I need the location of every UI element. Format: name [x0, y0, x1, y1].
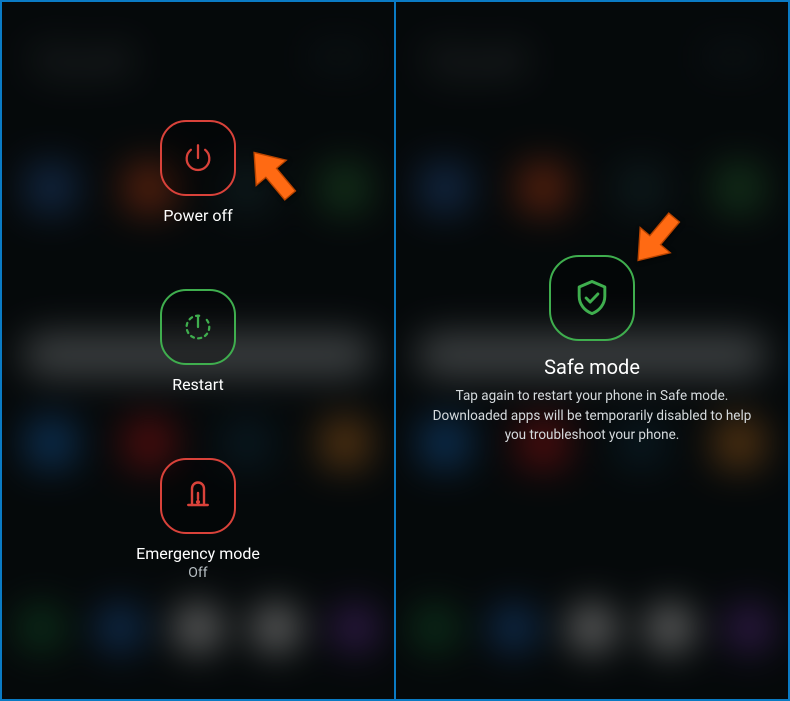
shield-icon — [570, 276, 614, 320]
power-menu-overlay: Power off Restart — [2, 2, 394, 699]
safe-mode-icon-container — [549, 255, 635, 341]
safe-mode-title: Safe mode — [544, 355, 640, 379]
restart-label: Restart — [172, 375, 224, 394]
emergency-label: Emergency mode — [136, 544, 260, 563]
restart-icon-container — [160, 289, 236, 365]
emergency-status: Off — [188, 565, 207, 581]
safe-mode-screenshot: 15:41 — [396, 2, 788, 699]
emergency-mode-button[interactable]: Emergency mode Off — [136, 458, 260, 581]
power-off-label: Power off — [163, 206, 232, 225]
emergency-icon — [180, 478, 216, 514]
emergency-icon-container — [160, 458, 236, 534]
safe-mode-button[interactable]: Safe mode Tap again to restart your phon… — [396, 255, 788, 446]
power-menu-screenshot: 15:41 — [2, 2, 394, 699]
safe-mode-overlay: Safe mode Tap again to restart your phon… — [396, 2, 788, 699]
power-off-icon-container — [160, 120, 236, 196]
restart-button[interactable]: Restart — [160, 289, 236, 394]
tutorial-arrow — [622, 203, 692, 273]
power-off-button[interactable]: Power off — [160, 120, 236, 225]
power-icon — [181, 141, 215, 175]
tutorial-arrow — [238, 140, 308, 210]
restart-icon — [181, 310, 215, 344]
safe-mode-description: Tap again to restart your phone in Safe … — [430, 387, 754, 446]
